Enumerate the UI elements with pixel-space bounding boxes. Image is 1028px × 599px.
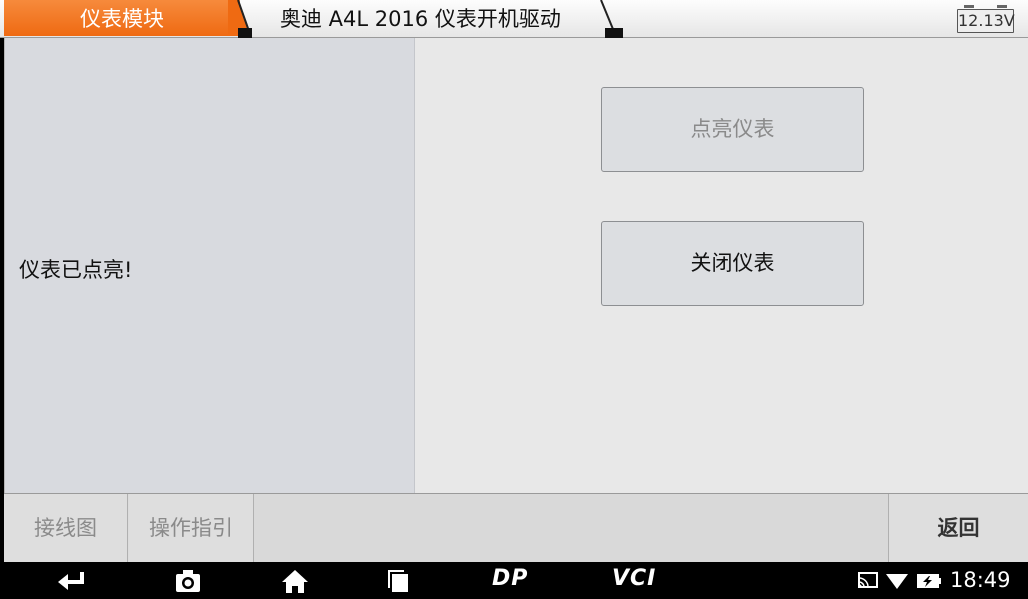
recent-apps-icon[interactable] [386,568,412,594]
function-bar-spacer [254,494,888,562]
dp-button[interactable]: DP [492,566,528,591]
breadcrumb-function-label: 奥迪 A4L 2016 仪表开机驱动 [280,7,561,31]
operation-guide-button[interactable]: 操作指引 [129,494,254,562]
main-panel: 仪表已点亮! 点亮仪表 关闭仪表 [4,38,1028,493]
breadcrumb-arrow-icon [600,0,623,38]
back-button[interactable]: 返回 [888,494,1028,562]
status-message: 仪表已点亮! [19,258,133,282]
battery-voltage-indicator: 12.13V [957,5,1015,33]
wiring-diagram-button[interactable]: 接线图 [4,494,128,562]
home-icon[interactable] [281,568,309,594]
function-bar: 接线图 操作指引 返回 [4,493,1028,562]
light-off-button[interactable]: 关闭仪表 [601,221,864,306]
wifi-icon [886,574,908,589]
breadcrumb-module-label: 仪表模块 [80,7,164,31]
light-on-button[interactable]: 点亮仪表 [601,87,864,172]
back-icon[interactable] [56,568,86,594]
battery-voltage: 12.13V [958,11,1015,30]
breadcrumb-item-module[interactable]: 仪表模块 [4,0,240,36]
system-navbar: DP VCI 18:49 [0,562,1028,599]
vci-button[interactable]: VCI [612,566,656,591]
breadcrumb-arrow-icon [228,0,252,38]
breadcrumb: 仪表模块 奥迪 A4L 2016 仪表开机驱动 12.13V [0,0,1028,38]
breadcrumb-item-function[interactable]: 奥迪 A4L 2016 仪表开机驱动 [250,0,561,38]
cast-icon [858,572,878,588]
camera-icon[interactable] [174,568,202,594]
clock: 18:49 [950,568,1011,592]
battery-charging-icon [917,574,941,588]
status-panel: 仪表已点亮! [5,38,415,493]
